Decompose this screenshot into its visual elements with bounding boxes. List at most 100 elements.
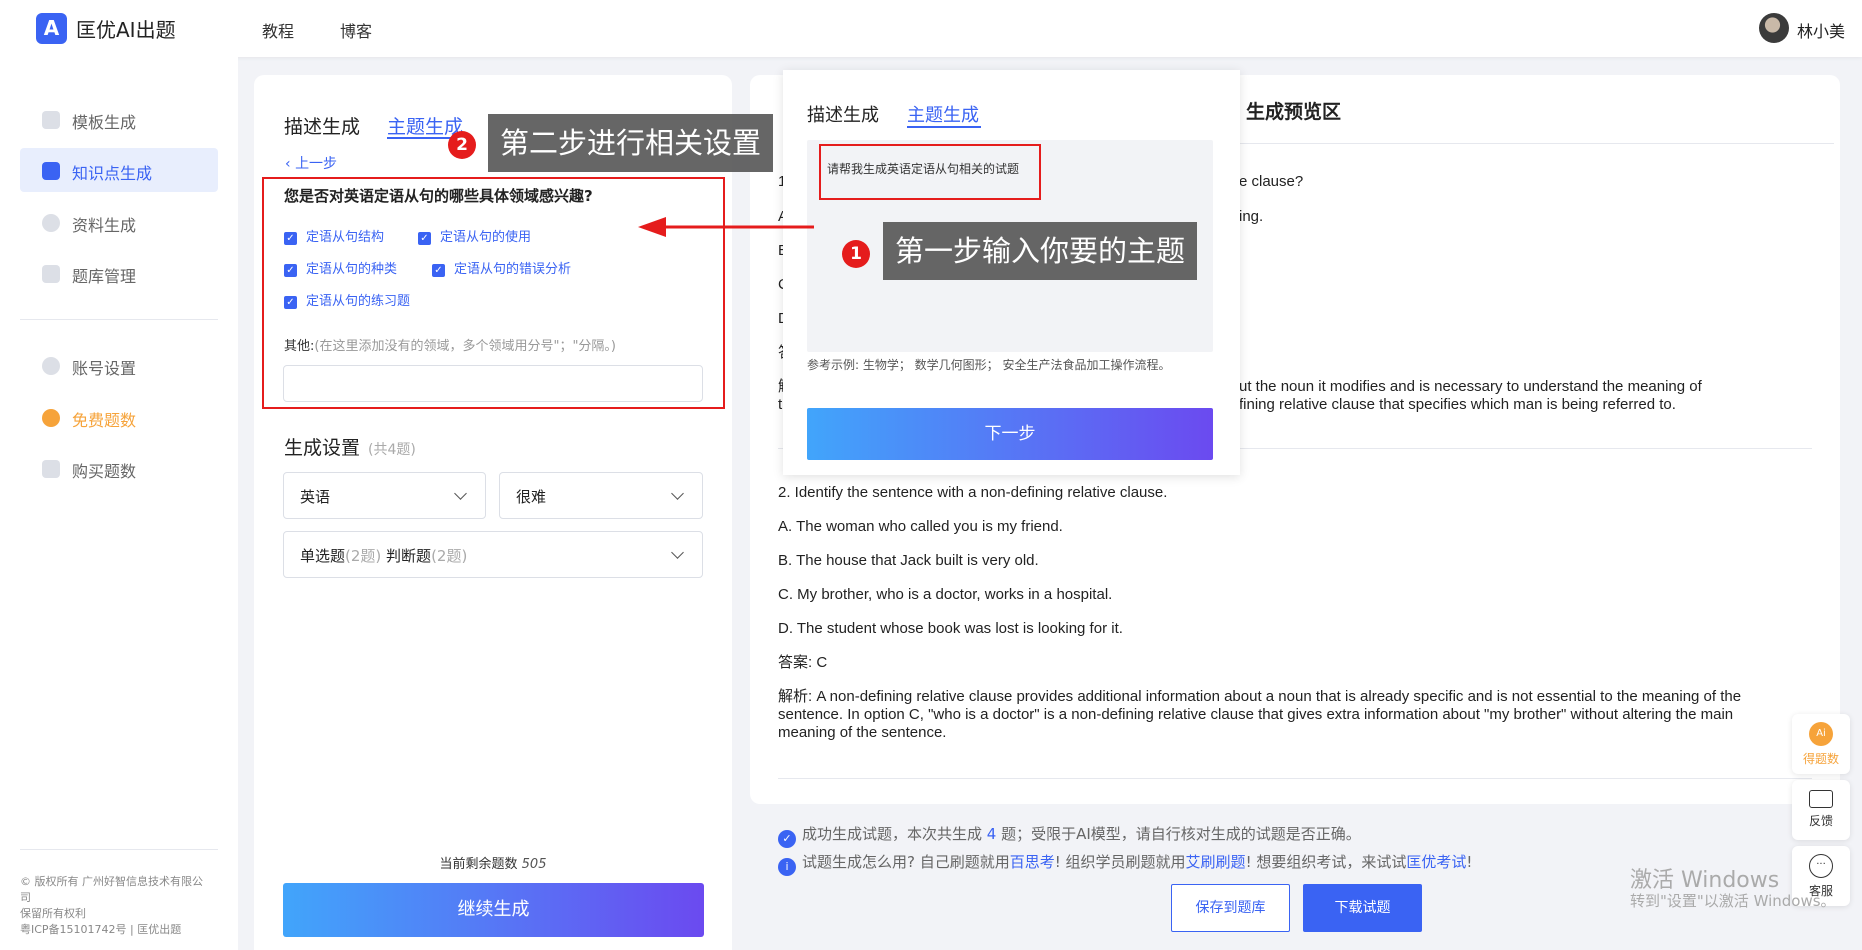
check-circle-icon: ✓ — [778, 830, 796, 848]
q1-line: e clause? — [1239, 173, 1304, 190]
step2-annotation: 第二步进行相关设置 — [488, 114, 774, 172]
success-count: 4 — [986, 825, 997, 843]
step1-annotation: 第一步输入你要的主题 — [883, 222, 1198, 280]
chevron-down-icon — [671, 487, 684, 500]
back-link[interactable]: ‹ 上一步 — [285, 153, 337, 173]
icp-line: 粤ICP备15101742号 | 匡优出题 — [20, 923, 182, 936]
user-name[interactable]: 林小美 — [1797, 18, 1845, 42]
sidebar-item-knowledge[interactable]: 知识点生成 — [20, 148, 218, 192]
score-label: 得题数 — [1802, 752, 1839, 766]
check-icon: ✓ — [432, 264, 445, 277]
sidebar-item-label: 题库管理 — [72, 267, 137, 286]
other-label: 其他:(在这里添加没有的领域，多个领域用分号"；"分隔。) — [284, 335, 616, 354]
remaining-count: 当前剩余题数 505 — [254, 853, 732, 872]
q2-option-b: B. The house that Jack built is very old… — [778, 552, 1039, 569]
option-label: 定语从句的种类 — [306, 262, 398, 277]
type-judge: 判断题 — [386, 547, 432, 565]
question-divider — [778, 778, 1812, 779]
sidebar-item-buy-quota[interactable]: 购买题数 — [20, 446, 218, 490]
q1-line: t — [778, 396, 783, 413]
sidebar-item-question-bank[interactable]: 题库管理 — [20, 251, 218, 295]
sidebar-item-account[interactable]: 账号设置 — [20, 343, 218, 387]
generator-panel: 描述生成 主题生成 ‹ 上一步 您是否对英语定语从句的哪些具体领域感兴趣? ✓ 定… — [254, 75, 732, 950]
info-icon: i — [778, 858, 796, 876]
save-to-bank-button[interactable]: 保存到题库 — [1171, 884, 1290, 932]
score-float-button[interactable]: Ai 得题数 — [1792, 714, 1850, 774]
option-checkbox[interactable]: ✓ 定语从句的练习题 — [284, 294, 410, 310]
next-button[interactable]: 下一步 — [807, 408, 1213, 460]
sidebar-item-label: 购买题数 — [72, 462, 137, 481]
check-icon: ✓ — [418, 232, 431, 245]
sidebar-item-label: 资料生成 — [72, 216, 137, 235]
tip-text: 试题生成怎么用? 自己刷题就用 — [802, 853, 1010, 871]
q2-option-c: C. My brother, who is a doctor, works in… — [778, 586, 1113, 603]
nav-blog[interactable]: 博客 — [340, 18, 372, 42]
copyright-line: 司 — [20, 891, 31, 904]
app-name[interactable]: 匡优AI出题 — [76, 14, 176, 43]
top-bar: A 匡优AI出题 教程 博客 林小美 — [0, 0, 1862, 57]
option-checkbox[interactable]: ✓ 定语从句的使用 — [418, 230, 531, 246]
chat-icon: ··· — [1809, 854, 1833, 878]
windows-watermark-sub: 转到"设置"以激活 Windows。 — [1630, 892, 1836, 910]
q2-question: 2. Identify the sentence with a non-defi… — [778, 484, 1168, 501]
diamond-icon — [42, 460, 60, 478]
other-label-text: 其他: — [284, 339, 315, 354]
chevron-left-icon: ‹ — [285, 156, 296, 172]
chevron-down-icon — [454, 487, 467, 500]
option-label: 定语从句结构 — [306, 230, 385, 245]
language-select[interactable]: 英语 — [283, 472, 486, 519]
feedback-button[interactable]: 反馈 — [1792, 780, 1850, 840]
coin-icon — [42, 409, 60, 427]
q1-line: ut the noun it modifies and is necessary… — [1239, 378, 1702, 395]
language-value: 英语 — [300, 488, 331, 506]
option-checkbox[interactable]: ✓ 定语从句的错误分析 — [432, 262, 571, 278]
link-aishuashua[interactable]: 艾刷刷题 — [1186, 853, 1246, 871]
link-kuangyou-exam[interactable]: 匡优考试 — [1406, 853, 1466, 871]
sidebar-item-label: 免费题数 — [72, 411, 137, 430]
check-icon: ✓ — [284, 232, 297, 245]
step2-badge: 2 — [448, 131, 476, 159]
ai-coin-icon: Ai — [1809, 722, 1833, 746]
option-checkbox[interactable]: ✓ 定语从句结构 — [284, 230, 384, 246]
difficulty-select[interactable]: 很难 — [499, 472, 703, 519]
other-field[interactable] — [283, 365, 703, 402]
copyright-line: © 版权所有 广州好智信息技术有限公 — [20, 875, 203, 888]
avatar[interactable] — [1759, 13, 1789, 43]
back-label: 上一步 — [295, 156, 338, 172]
popup-tab-topic[interactable]: 主题生成 — [907, 101, 979, 127]
question-type-select[interactable]: 单选题(2题) 判断题(2题) — [283, 531, 703, 578]
feedback-label: 反馈 — [1808, 814, 1833, 828]
chevron-down-icon — [671, 546, 684, 559]
popup-tab-description[interactable]: 描述生成 — [807, 101, 879, 127]
preview-divider — [1240, 143, 1834, 144]
logo-icon[interactable]: A — [36, 13, 67, 44]
sidebar-item-document[interactable]: 资料生成 — [20, 200, 218, 244]
example-hint: 参考示例: 生物学； 数学几何图形； 安全生产法食品加工操作流程。 — [807, 358, 1171, 372]
q2-explanation: 解析: A non-defining relative clause provi… — [778, 688, 1742, 741]
option-label: 定语从句的使用 — [440, 230, 532, 245]
option-checkbox[interactable]: ✓ 定语从句的种类 — [284, 262, 397, 278]
document-icon — [42, 214, 60, 232]
q1-line: fining relative clause that specifies wh… — [1239, 396, 1676, 413]
arrow-icon — [638, 217, 814, 237]
q1-line: ing. — [1239, 208, 1264, 225]
difficulty-value: 很难 — [516, 488, 547, 506]
highlight-box-step1 — [819, 144, 1041, 200]
template-icon — [42, 111, 60, 129]
sidebar: 模板生成 知识点生成 资料生成 题库管理 账号设置 免费题数 购买题数 © 版权… — [0, 57, 238, 950]
remaining-value: 505 — [521, 857, 547, 872]
sidebar-item-template[interactable]: 模板生成 — [20, 97, 218, 141]
interest-question: 您是否对英语定语从句的哪些具体领域感兴趣? — [284, 187, 593, 205]
continue-button[interactable]: 继续生成 — [283, 883, 704, 937]
tab-description[interactable]: 描述生成 — [284, 112, 360, 139]
preview-title: 生成预览区 — [1246, 101, 1342, 123]
type-single-count: (2题) — [345, 547, 382, 565]
check-icon: ✓ — [284, 264, 297, 277]
remaining-label: 当前剩余题数 — [439, 857, 518, 872]
download-button[interactable]: 下载试题 — [1303, 884, 1422, 932]
sidebar-item-label: 账号设置 — [72, 359, 137, 378]
success-text: 成功生成试题，本次共生成 — [802, 825, 983, 843]
nav-tutorial[interactable]: 教程 — [262, 18, 294, 42]
link-baisikao[interactable]: 百思考 — [1010, 853, 1055, 871]
sidebar-item-free-quota[interactable]: 免费题数 — [20, 395, 218, 439]
